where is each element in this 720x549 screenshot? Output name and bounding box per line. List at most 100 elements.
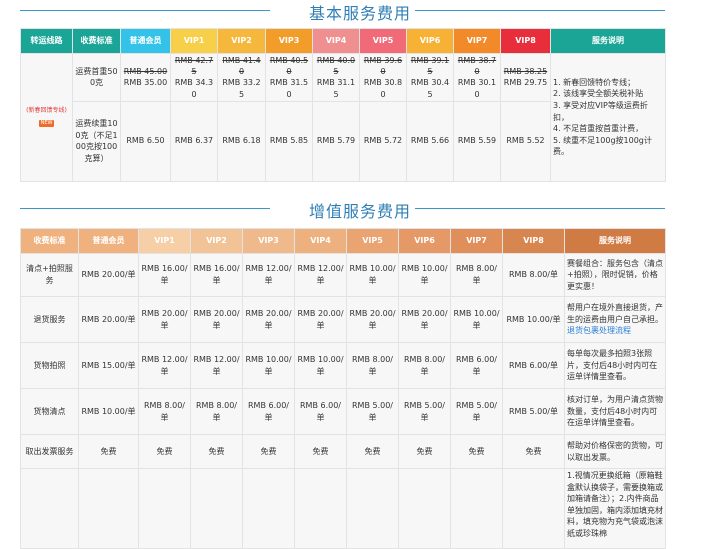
service-note: 赛餐组合：服务包含（清点+拍照），限时促销，价格更实惠！ [564,253,666,297]
price-cell: RMB 6.00/单 [450,342,503,389]
empty-cell [138,468,191,549]
price-cell: RMB 20.00/单 [346,296,399,343]
table-row: 清点+拍照服务 RMB 20.00/单 RMB 16.00/单 RMB 16.00/单… [20,253,666,297]
section1-title-bar: 基本服务费用 [0,0,720,23]
price-cell: RMB 8.00/单 [346,342,399,389]
header-cell: VIP1 [170,28,218,54]
price-cell: RMB 20.00/单 [138,296,191,343]
price-cell: RMB 20.00/单 [78,253,139,297]
table-row: 货物拍照 RMB 15.00/单 RMB 12.00/单 RMB 12.00/单 RMB… [20,342,666,389]
price-cell: RMB 20.00/单 [294,296,347,343]
price-cell: RMB 8.00/单 [450,253,503,297]
discount-price: RMB 30.10 [457,78,497,99]
price-cell: RMB 6.18 [217,100,266,182]
price-cell: RMB 5.66 [406,100,454,182]
header-cell: VIP5 [346,228,399,254]
price-cell: RMB 5.79 [312,100,360,182]
price-cell: RMB 16.00/单 [190,253,243,297]
service-note-text: 帮用户在境外直接退货，产生的运费由用户自己承担。 [567,303,663,324]
empty-cell [398,468,451,549]
section2-title-bar: 增值服务费用 [0,198,720,221]
price-cell: RMB 40.05 RMB 31.15 [312,53,360,102]
table-row: 货物清点 RMB 10.00/单 RMB 8.00/单 RMB 8.00/单 RMB 6… [20,388,666,435]
original-price: RMB 45.00 [123,67,168,77]
service-name: 货物清点 [20,388,79,435]
table-row: 退货服务 RMB 20.00/单 RMB 20.00/单 RMB 20.00/单 RMB… [20,296,666,343]
service-name: 取出发票服务 [20,434,79,469]
header-cell: 收费标准 [72,28,121,54]
discount-price: RMB 30.80 [363,78,403,99]
header-cell: VIP7 [453,28,501,54]
extra-weight-standard: 运费续重100克（不足100克按100克算） [72,100,121,182]
section1-title: 基本服务费用 [308,4,411,23]
price-cell: RMB 6.37 [170,100,218,182]
new-badge: NEW [38,119,55,128]
price-cell: RMB 6.00/单 [294,388,347,435]
header-cell: VIP6 [398,228,451,254]
empty-cell [78,468,139,549]
discount-price: RMB 31.15 [316,78,356,99]
price-cell: RMB 5.72 [359,100,407,182]
price-cell: 免费 [242,434,295,469]
price-cell: RMB 8.00/单 [398,342,451,389]
section2-title: 增值服务费用 [308,202,411,221]
price-cell: RMB 10.00/单 [294,342,347,389]
note-line: 1. 新春回馈特价专线； [553,77,636,87]
price-cell: RMB 6.00/单 [242,388,295,435]
packing-note: 1.视情况更换纸箱（原箱鞋盒默认换袋子，需要换箱或加箱请备注）；2.内件商品单独… [564,468,666,549]
title-divider-right [415,10,665,11]
header-cell: VIP8 [502,228,565,254]
header-cell: VIP1 [138,228,191,254]
original-price: RMB 40.05 [316,56,356,77]
value-added-header-row: 收费标准 普通会员 VIP1 VIP2 VIP3 VIP4 VIP5 VIP6 VIP7 VIP8… [20,228,666,254]
empty-cell [294,468,347,549]
original-price: RMB 39.15 [410,56,450,77]
empty-cell [190,468,243,549]
header-cell: VIP3 [265,28,313,54]
price-cell: 免费 [502,434,565,469]
header-cell: VIP3 [242,228,295,254]
price-cell: RMB 39.60 RMB 30.80 [359,53,407,102]
price-cell: RMB 8.00/单 [190,388,243,435]
empty-cell [242,468,295,549]
discount-price: RMB 34.30 [174,78,214,99]
price-cell: RMB 10.00/单 [502,296,565,343]
price-cell: RMB 12.00/单 [138,342,191,389]
empty-cell [502,468,565,549]
original-price: RMB 41.40 [222,56,261,77]
price-cell: RMB 20.00/单 [242,296,295,343]
original-price: RMB 42.75 [174,56,214,77]
title-divider-right [415,208,665,209]
price-cell: 免费 [78,434,139,469]
price-cell: RMB 12.00/单 [294,253,347,297]
price-cell: 免费 [294,434,347,469]
service-note: 帮用户在境外直接退货，产生的运费由用户自己承担。退货包裹处理流程 [564,296,666,343]
price-cell: RMB 12.00/单 [242,253,295,297]
empty-cell [450,468,503,549]
return-process-link[interactable]: 退货包裹处理流程 [567,326,631,335]
price-cell: RMB 40.50 RMB 31.50 [265,53,313,102]
header-cell: 服务说明 [550,28,666,54]
empty-cell [20,468,79,549]
header-cell: 服务说明 [564,228,666,254]
note-line: 3. 享受对应VIP等级运费折扣， [553,100,648,122]
basic-fee-table: 转运线路 收费标准 普通会员 VIP1 VIP2 VIP3 VIP4 VIP5 VIP6 VIP7… [20,28,666,182]
price-cell: RMB 6.00/单 [502,342,565,389]
price-cell: RMB 41.40 RMB 33.25 [217,53,266,102]
note-line: 4. 不足首重按首重计费， [553,124,644,134]
price-cell: RMB 20.00/单 [78,296,139,343]
header-cell: VIP7 [450,228,503,254]
price-cell: RMB 10.00/单 [450,296,503,343]
table-row: (新春回馈专线) NEW 运费首重500克 RMB 45.00 RMB 35.00… [20,53,666,182]
price-cell: RMB 15.00/单 [78,342,139,389]
service-name: 退货服务 [20,296,79,343]
price-cell: 免费 [190,434,243,469]
price-cell: RMB 38.25 RMB 29.75 [500,53,551,102]
header-cell: 转运线路 [20,28,73,54]
service-name: 清点+拍照服务 [20,253,79,297]
price-cell: RMB 5.00/单 [450,388,503,435]
service-name: 货物拍照 [20,342,79,389]
price-cell: RMB 16.00/单 [138,253,191,297]
header-cell: VIP4 [312,28,360,54]
original-price: RMB 39.60 [363,56,403,77]
